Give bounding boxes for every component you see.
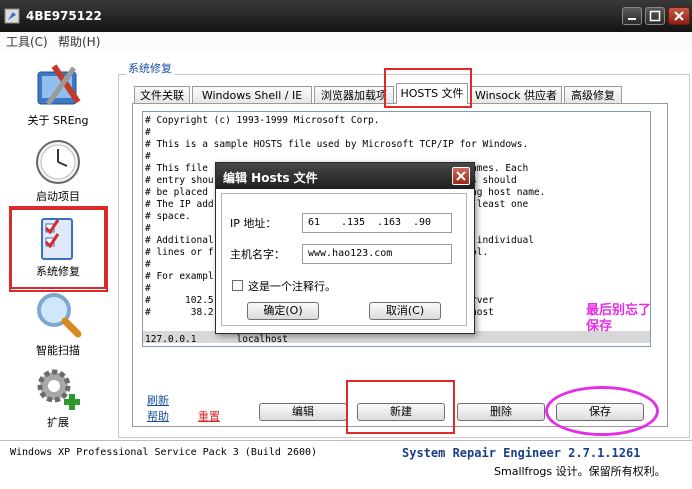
comment-label: 这是一个注释行。 — [248, 280, 336, 293]
os-status: Windows XP Professional Service Pack 3 (… — [10, 447, 318, 458]
host-label: 主机名字： — [230, 248, 285, 261]
clock-icon — [36, 140, 80, 184]
comment-checkbox[interactable] — [232, 280, 243, 291]
tab-file-association[interactable]: 文件关联 — [134, 86, 190, 103]
close-icon — [456, 171, 466, 181]
window-title: 4BE975122 — [26, 9, 102, 23]
product-name: System Repair Engineer 2.7.1.1261 — [402, 446, 641, 460]
app-icon — [4, 8, 20, 24]
copyright-text: Smallfrogs 设计。保留所有权利。 — [494, 465, 666, 478]
ip-octet-4: .90 — [413, 217, 432, 228]
sidebar-item-about[interactable]: 关于 SREng — [10, 58, 106, 130]
sidebar-item-smart-scan[interactable]: 智能扫描 — [10, 288, 106, 360]
menu-tools[interactable]: 工具(C) — [6, 33, 48, 50]
menu-help[interactable]: 帮助(H) — [58, 33, 100, 50]
maximize-icon — [649, 10, 661, 22]
dialog-title-bar: 编辑 Hosts 文件 — [216, 163, 474, 189]
minimize-button[interactable] — [622, 7, 642, 25]
tab-windows-shell-ie[interactable]: Windows Shell / IE — [192, 86, 312, 103]
ip-label: IP 地址： — [230, 217, 277, 230]
sidebar-item-label: 扩展 — [47, 416, 69, 429]
sidebar-item-label: 关于 SREng — [27, 114, 89, 127]
annotation-new-button-box — [346, 380, 455, 434]
dialog-cancel-button[interactable]: 取消(C) — [369, 302, 441, 320]
annotation-sidebar-box — [9, 206, 108, 292]
reset-link[interactable]: 重置 — [198, 408, 220, 424]
sidebar-item-label: 智能扫描 — [36, 344, 80, 357]
menu-bar: 工具(C) 帮助(H) — [0, 32, 692, 50]
hostname-field[interactable]: www.hao123.com — [302, 244, 452, 264]
dialog-ok-button[interactable]: 确定(O) — [247, 302, 319, 320]
sidebar-item-label: 启动项目 — [36, 190, 80, 203]
close-button[interactable] — [668, 7, 690, 25]
annotation-hosts-tab-box — [384, 68, 472, 108]
help-link[interactable]: 帮助 — [147, 408, 169, 424]
close-icon — [674, 11, 684, 21]
dialog-title: 编辑 Hosts 文件 — [223, 171, 318, 185]
title-bar: 4BE975122 — [0, 0, 692, 33]
dialog-close-button[interactable] — [452, 167, 470, 185]
refresh-link[interactable]: 刷新 — [147, 392, 169, 408]
tab-browser-addons[interactable]: 浏览器加载项 — [314, 86, 394, 103]
maximize-button[interactable] — [645, 7, 665, 25]
annotation-save-reminder: 最后别忘了保存 — [586, 303, 652, 334]
tab-advanced-repair[interactable]: 高级修复 — [564, 86, 622, 103]
group-title: 系统修复 — [126, 60, 174, 76]
dialog-body: IP 地址： 61 .135 .163 .90 主机名字： www.hao123… — [221, 193, 467, 326]
ip-octet-2: .135 — [341, 217, 366, 228]
status-divider — [0, 440, 692, 441]
edit-button[interactable]: 编辑 — [259, 403, 347, 421]
magnifier-icon — [37, 293, 82, 338]
ip-octet-3: .163 — [377, 217, 402, 228]
ip-octet-1: 61 — [308, 217, 321, 228]
edit-hosts-dialog: 编辑 Hosts 文件 IP 地址： 61 .135 .163 .90 主机名字… — [215, 162, 475, 334]
tab-winsock-providers[interactable]: Winsock 供应者 — [470, 86, 562, 103]
ip-address-field[interactable]: 61 .135 .163 .90 — [302, 213, 452, 233]
gear-plus-icon — [37, 369, 80, 410]
sidebar-item-extensions[interactable]: 扩展 — [10, 360, 106, 432]
tools-icon — [37, 64, 81, 106]
sidebar-item-startup[interactable]: 启动项目 — [10, 134, 106, 206]
hosts-selected-line-text: 127.0.0.1 localhost — [145, 334, 288, 345]
annotation-save-ellipse — [545, 386, 659, 436]
minimize-icon — [628, 18, 636, 20]
delete-button[interactable]: 删除 — [457, 403, 545, 421]
